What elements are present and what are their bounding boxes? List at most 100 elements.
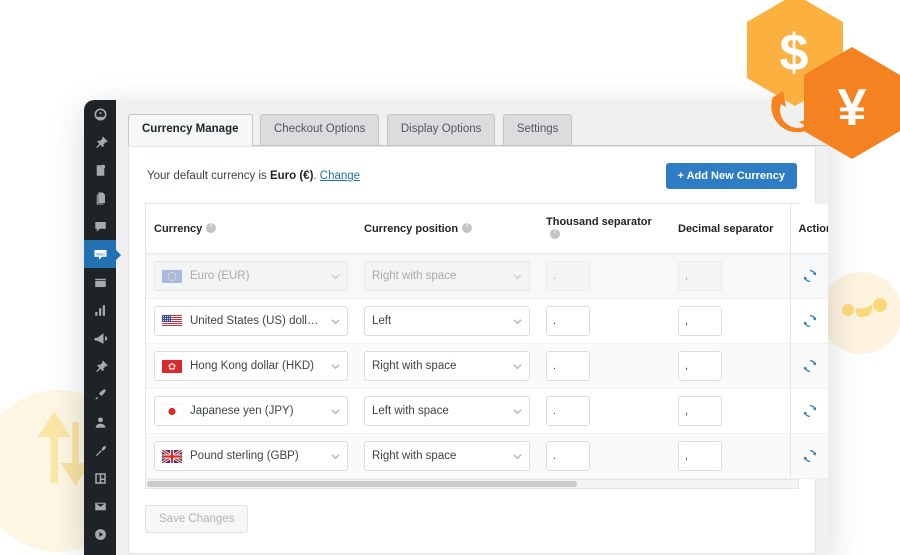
play-icon: [94, 528, 106, 540]
position-select[interactable]: Left: [364, 306, 530, 336]
currency-select-value: Pound sterling (GBP): [190, 450, 299, 462]
admin-content: Currency Manage Checkout Options Display…: [116, 100, 828, 555]
admin-sidebar[interactable]: woo: [84, 100, 121, 555]
header-position-label: Currency position: [364, 223, 459, 235]
sidebar-item-comments[interactable]: [84, 212, 116, 240]
header-currency-label: Currency: [154, 223, 203, 235]
user-icon: [95, 416, 105, 428]
decimal-separator-input[interactable]: [678, 396, 722, 426]
refresh-icon: [803, 359, 816, 373]
header-action-label: Action: [798, 222, 829, 235]
table-header-row: Currency Currency position Thousand sepa…: [146, 204, 828, 254]
currency-select[interactable]: Pound sterling (GBP): [154, 441, 348, 471]
currency-hexagons-decoration: $ ¥: [747, 0, 900, 159]
sidebar-item-media[interactable]: [84, 156, 116, 184]
sidebar-item-products[interactable]: [84, 268, 116, 296]
decimal-separator-input[interactable]: [678, 351, 722, 381]
sidebar-item-tools[interactable]: [84, 436, 116, 464]
header-decimal-label: Decimal separator: [678, 222, 774, 235]
sidebar-item-woocommerce[interactable]: woo: [84, 240, 121, 268]
header-position: Currency position: [356, 204, 538, 254]
cell-action: [789, 388, 828, 434]
default-currency-prefix: Your default currency is: [147, 170, 270, 182]
decimal-separator-input[interactable]: [678, 306, 722, 336]
cell-currency: Pound sterling (GBP): [146, 433, 356, 479]
sidebar-item-plugins[interactable]: [84, 352, 116, 380]
cell-thousand: [538, 388, 670, 434]
position-select-value: Left: [372, 315, 392, 327]
cell-position: Left with space: [356, 388, 538, 434]
tab-bar: Currency Manage Checkout Options Display…: [128, 114, 828, 146]
eu-flag: [162, 269, 182, 283]
chevron-down-icon: [331, 272, 340, 281]
header-currency: Currency: [146, 204, 356, 254]
screenshot-root: woo Currency Manage Checkout Options Dis…: [0, 0, 900, 555]
header-decimal: Decimal separator: [670, 204, 790, 254]
decimal-separator-input[interactable]: [678, 261, 722, 291]
chevron-down-icon: [513, 272, 522, 281]
sidebar-item-media-player[interactable]: [84, 520, 116, 548]
plug-icon: [95, 360, 108, 372]
thousand-separator-input[interactable]: [546, 306, 590, 336]
save-changes-button[interactable]: Save Changes: [145, 505, 249, 533]
sidebar-item-marketing[interactable]: [84, 324, 116, 352]
reset-currency-button[interactable]: [803, 449, 817, 463]
chevron-down-icon: [331, 452, 340, 461]
currency-select[interactable]: Japanese yen (JPY): [154, 396, 348, 426]
currency-select[interactable]: Hong Kong dollar (HKD): [154, 351, 348, 381]
sidebar-item-pages[interactable]: [84, 184, 116, 212]
reset-currency-button[interactable]: [803, 404, 817, 418]
thousand-separator-input[interactable]: [546, 441, 590, 471]
reset-currency-button[interactable]: [803, 359, 817, 373]
thousand-separator-input[interactable]: [546, 261, 590, 291]
thousand-separator-input[interactable]: [546, 351, 590, 381]
table-row: Euro (EUR) Right with space: [146, 253, 828, 299]
svg-text:woo: woo: [96, 251, 105, 256]
sidebar-item-settings[interactable]: [84, 464, 116, 492]
tab-checkout-options[interactable]: Checkout Options: [259, 114, 380, 145]
position-select[interactable]: Right with space: [364, 441, 530, 471]
sidebar-item-appearance[interactable]: [84, 380, 116, 408]
panel-header: Your default currency is Euro (€). Chang…: [129, 147, 815, 195]
position-select[interactable]: Right with space: [364, 351, 530, 381]
help-icon-position[interactable]: [462, 222, 473, 233]
currency-select[interactable]: United States (US) dollar...: [154, 306, 348, 336]
tab-display-options[interactable]: Display Options: [386, 114, 496, 145]
header-action: Action: [789, 204, 829, 254]
help-icon-currency[interactable]: [206, 222, 217, 233]
mail-icon: [94, 502, 106, 510]
table-row: Japanese yen (JPY) Left with space: [146, 388, 828, 434]
tab-settings[interactable]: Settings: [502, 114, 573, 145]
currency-panel: Your default currency is Euro (€). Chang…: [128, 146, 828, 554]
currency-select-value: Japanese yen (JPY): [190, 405, 294, 417]
help-icon-thousand[interactable]: [550, 228, 560, 239]
reset-currency-button[interactable]: [803, 314, 817, 328]
refresh-icon: [803, 404, 816, 418]
currency-select[interactable]: Euro (EUR): [154, 261, 348, 291]
tab-currency-manage[interactable]: Currency Manage: [128, 114, 253, 146]
us-flag: [162, 314, 182, 328]
decimal-separator-input[interactable]: [678, 441, 722, 471]
position-select[interactable]: Left with space: [364, 396, 530, 426]
position-select[interactable]: Right with space: [364, 261, 530, 291]
sidebar-item-analytics[interactable]: [84, 296, 116, 324]
thousand-separator-input[interactable]: [546, 396, 590, 426]
sidebar-item-mail[interactable]: [84, 492, 116, 520]
svg-text:$: $: [780, 24, 809, 82]
change-default-currency-link[interactable]: Change: [320, 170, 360, 182]
scrollbar-thumb[interactable]: [147, 481, 578, 487]
wrench-icon: [95, 445, 107, 456]
horizontal-scrollbar[interactable]: [145, 480, 799, 489]
cell-currency: Japanese yen (JPY): [146, 388, 356, 434]
cell-position: Right with space: [356, 433, 538, 479]
sidebar-item-dashboard[interactable]: [84, 100, 116, 128]
comments-icon: [94, 221, 106, 232]
position-select-value: Right with space: [372, 360, 457, 372]
sidebar-item-users[interactable]: [84, 408, 116, 436]
position-select-value: Right with space: [372, 270, 457, 282]
paintbrush-icon: [94, 388, 106, 400]
currency-select-value: Hong Kong dollar (HKD): [190, 360, 315, 372]
products-icon: [94, 278, 106, 287]
sidebar-item-posts[interactable]: [84, 128, 116, 156]
reset-currency-button[interactable]: [803, 269, 817, 283]
